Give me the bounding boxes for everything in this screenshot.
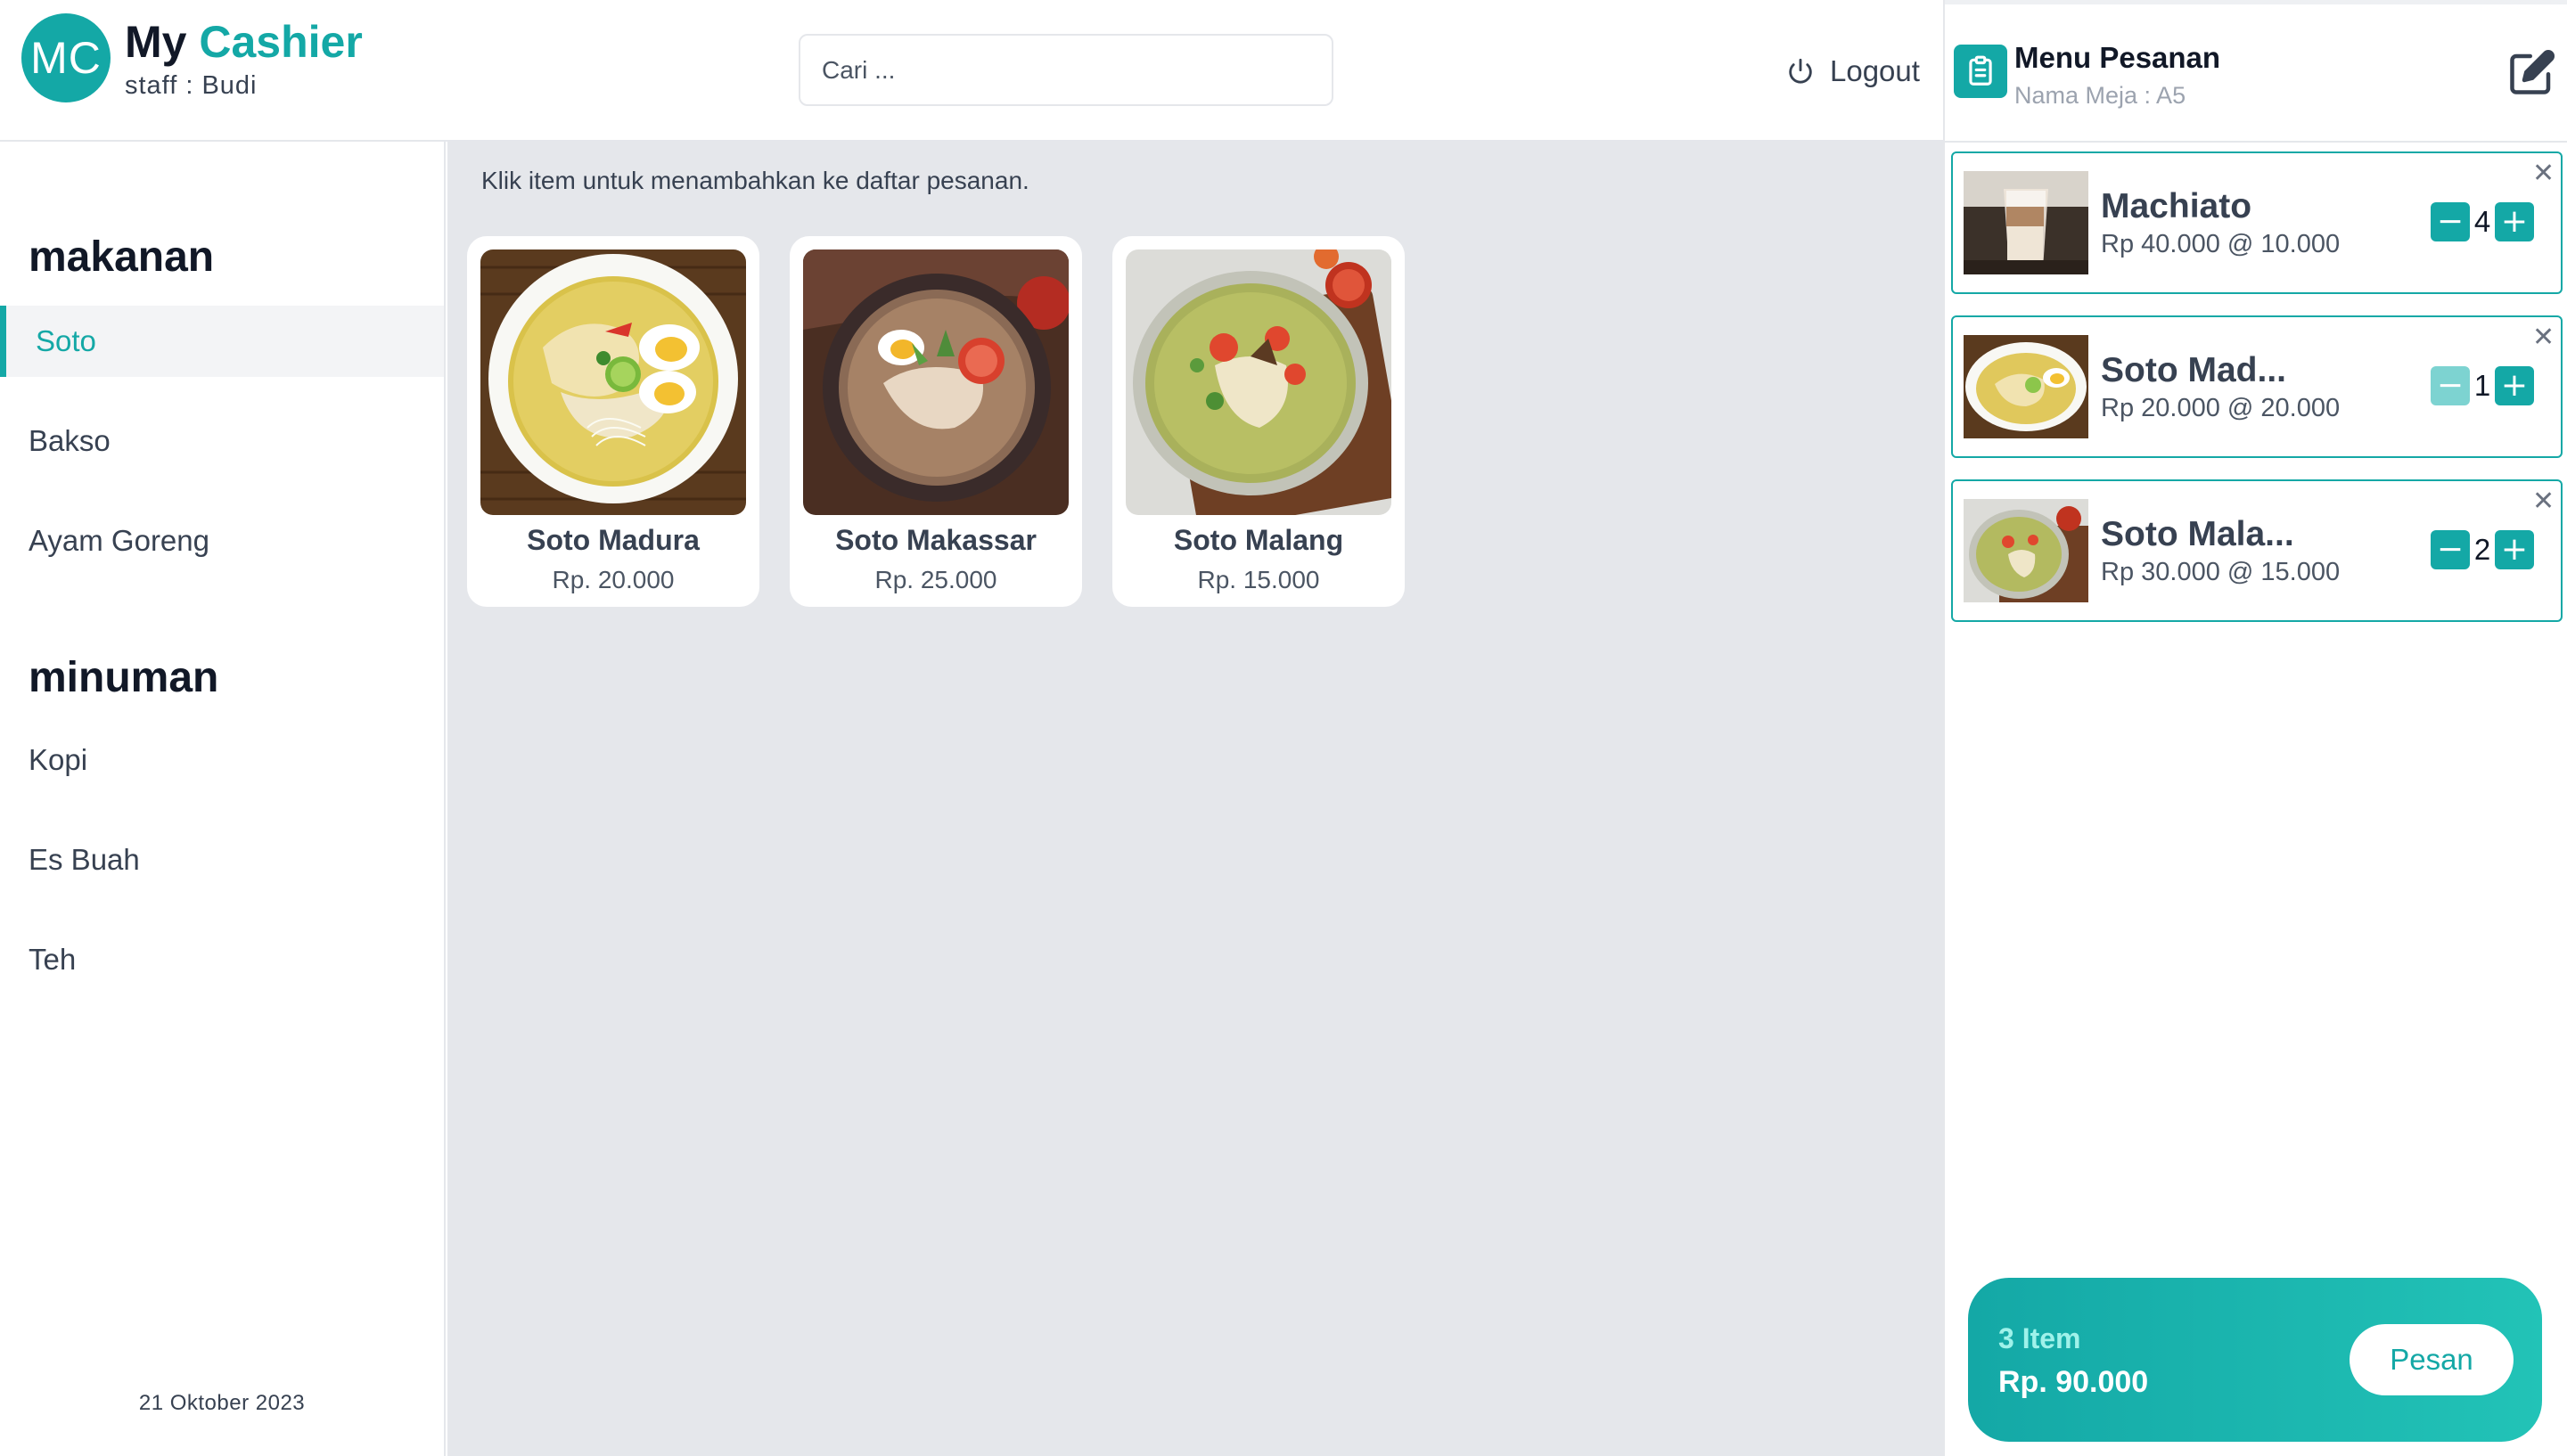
order-item: Soto Mad... Rp 20.000 @ 20.000 ✕ − 1 +	[1951, 315, 2563, 458]
product-card-soto-makassar[interactable]: Soto Makassar Rp. 25.000	[790, 236, 1082, 607]
order-item-price: Rp 40.000 @ 10.000	[2101, 230, 2341, 258]
sidebar-item-es-buah[interactable]: Es Buah	[0, 824, 444, 896]
top-header: MC My Cashier staff : Budi Logout	[0, 0, 1943, 142]
order-item-image	[1964, 499, 2088, 602]
submit-order-button[interactable]: Pesan	[2350, 1324, 2514, 1395]
order-item-quantity: 1	[2473, 369, 2491, 402]
order-item-quantity: 2	[2473, 533, 2491, 566]
sidebar-item-label: Soto	[36, 324, 96, 357]
close-icon[interactable]: ✕	[2532, 160, 2555, 187]
product-image	[803, 249, 1069, 515]
edit-icon[interactable]	[2508, 48, 2556, 96]
logout-button[interactable]: Logout	[1785, 52, 1920, 91]
product-image	[480, 249, 746, 515]
product-name: Soto Malang	[1173, 524, 1344, 556]
app-title-accent: Cashier	[199, 17, 363, 67]
current-date: 21 Oktober 2023	[138, 1391, 306, 1415]
increase-quantity-button[interactable]: +	[2495, 366, 2534, 405]
order-panel-header: Menu Pesanan Nama Meja : A5	[1945, 0, 2567, 143]
increase-quantity-button[interactable]: +	[2495, 202, 2534, 241]
order-item-price: Rp 30.000 @ 15.000	[2101, 558, 2341, 586]
sidebar-item-bakso[interactable]: Bakso	[0, 405, 444, 477]
product-price: Rp. 20.000	[552, 566, 675, 593]
clipboard-icon	[1954, 45, 2007, 98]
logout-label: Logout	[1830, 54, 1920, 87]
product-area: Klik item untuk menambahkan ke daftar pe…	[447, 142, 1943, 1456]
category-sidebar: makanan Soto Bakso Ayam Goreng minuman K…	[0, 142, 446, 1456]
close-icon[interactable]: ✕	[2532, 324, 2555, 351]
table-name: Nama Meja : A5	[2014, 82, 2186, 109]
product-card-soto-malang[interactable]: Soto Malang Rp. 15.000	[1112, 236, 1405, 607]
product-name: Soto Madura	[527, 524, 700, 556]
order-item-image	[1964, 335, 2088, 438]
close-icon[interactable]: ✕	[2532, 488, 2555, 515]
order-total: Rp. 90.000	[1998, 1365, 2149, 1399]
sidebar-item-label: Teh	[29, 943, 77, 976]
sidebar-item-label: Kopi	[29, 743, 88, 776]
staff-name: staff : Budi	[125, 71, 258, 100]
order-panel: Menu Pesanan Nama Meja : A5 Machiato Rp …	[1943, 0, 2567, 1456]
sidebar-item-soto[interactable]: Soto	[0, 306, 444, 377]
app-title: My Cashier	[125, 16, 363, 68]
search-input[interactable]	[799, 34, 1333, 106]
order-panel-title: Menu Pesanan	[2014, 41, 2221, 74]
instruction-text: Klik item untuk menambahkan ke daftar pe…	[481, 167, 1029, 194]
order-item: Soto Mala... Rp 30.000 @ 15.000 ✕ − 2 +	[1951, 479, 2563, 622]
order-summary: 3 Item Rp. 90.000 Pesan	[1968, 1278, 2542, 1442]
order-item-name: Soto Mad...	[2101, 351, 2286, 389]
power-icon	[1789, 58, 1812, 84]
category-heading-makanan: makanan	[29, 233, 215, 281]
product-price: Rp. 25.000	[874, 566, 997, 593]
sidebar-item-kopi[interactable]: Kopi	[0, 724, 444, 796]
order-item-name: Soto Mala...	[2101, 515, 2294, 553]
order-item-quantity: 4	[2473, 205, 2491, 238]
order-item-price: Rp 20.000 @ 20.000	[2101, 394, 2341, 422]
decrease-quantity-button[interactable]: −	[2431, 202, 2470, 241]
product-price: Rp. 15.000	[1197, 566, 1320, 593]
sidebar-item-label: Bakso	[29, 424, 111, 457]
decrease-quantity-button[interactable]: −	[2431, 530, 2470, 569]
app-title-prefix: My	[125, 17, 187, 67]
sidebar-item-label: Ayam Goreng	[29, 524, 209, 557]
decrease-quantity-button[interactable]: −	[2431, 366, 2470, 405]
product-name: Soto Makassar	[835, 524, 1037, 556]
order-item: Machiato Rp 40.000 @ 10.000 ✕ − 4 +	[1951, 151, 2563, 294]
sidebar-item-teh[interactable]: Teh	[0, 924, 444, 995]
category-heading-minuman: minuman	[29, 654, 219, 701]
sidebar-item-ayam-goreng[interactable]: Ayam Goreng	[0, 505, 444, 577]
order-item-name: Machiato	[2101, 187, 2252, 225]
product-image	[1126, 249, 1391, 515]
app-logo: MC	[21, 13, 111, 102]
sidebar-item-label: Es Buah	[29, 843, 140, 876]
product-card-soto-madura[interactable]: Soto Madura Rp. 20.000	[467, 236, 759, 607]
order-item-image	[1964, 171, 2088, 274]
item-count: 3 Item	[1998, 1322, 2081, 1354]
increase-quantity-button[interactable]: +	[2495, 530, 2534, 569]
